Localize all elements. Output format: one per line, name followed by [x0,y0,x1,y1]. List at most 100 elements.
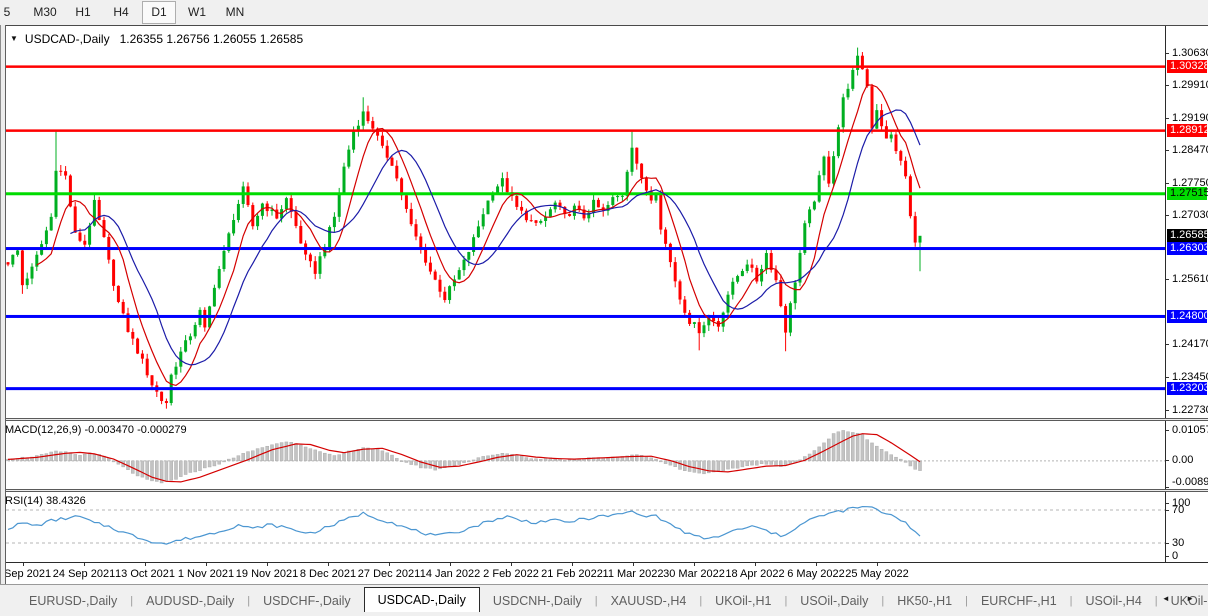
pane-separator-1[interactable] [0,418,1208,421]
time-tick-mark [328,563,329,566]
tab-hk50-h1[interactable]: HK50-,H1 [884,590,965,612]
macd-tick-label: 0.010578 [1172,424,1208,437]
price-tick-mark [1166,377,1169,378]
price-level-badge: 1.30328 [1167,60,1207,73]
tab-scroll-left-icon[interactable]: ◄ [1162,594,1170,603]
rsi-tick-mark [1166,556,1169,557]
tab-usdchf-daily[interactable]: USDCHF-,Daily [250,590,364,612]
timeframe-button-h4[interactable]: H4 [104,1,138,24]
price-tick-mark [1166,215,1169,216]
price-chart-canvas[interactable] [0,26,1166,418]
time-tick-mark [572,563,573,566]
tab-usdcnh-daily[interactable]: USDCNH-,Daily [480,590,595,612]
price-tick-mark [1166,53,1169,54]
price-tick-mark [1166,279,1169,280]
rsi-tick-label: 0 [1172,550,1178,562]
timeframe-button-m30[interactable]: M30 [28,1,62,24]
time-tick-mark [816,563,817,566]
rsi-tick-mark [1166,510,1169,511]
time-tick-mark [633,563,634,566]
time-tick-mark [206,563,207,566]
macd-label: MACD(12,26,9) -0.003470 -0.000279 [5,424,187,436]
tab-eurusd-daily[interactable]: EURUSD-,Daily [16,590,130,612]
time-tick-label: 19 Nov 2021 [236,568,298,580]
rsi-tick-mark [1166,503,1169,504]
price-level-badge: 1.23203 [1167,382,1207,395]
price-tick-label: 1.22730 [1172,404,1208,417]
price-pane[interactable]: ▼ USDCAD-,Daily 1.26355 1.26756 1.26055 1.… [0,26,1208,418]
chart-window: ▼ USDCAD-,Daily 1.26355 1.26756 1.26055 1.… [0,25,1208,584]
price-tick-label: 1.28470 [1172,144,1208,157]
rsi-pane[interactable]: RSI(14) 38.4326 10070300 [0,492,1208,562]
time-tick-label: 25 May 2022 [845,568,909,580]
pane-separator-2[interactable] [0,489,1208,492]
time-tick-label: 2 Feb 2022 [483,568,539,580]
price-level-badge: 1.24800 [1167,310,1207,323]
rsi-label: RSI(14) 38.4326 [5,495,86,507]
time-tick-mark [23,563,24,566]
timeframe-button-h1[interactable]: H1 [66,1,100,24]
timeframe-toolbar: 5M30H1H4D1W1MN [0,0,1208,25]
time-tick-mark [267,563,268,566]
time-tick-mark [694,563,695,566]
chart-window-border [0,25,1208,26]
macd-pane[interactable]: MACD(12,26,9) -0.003470 -0.000279 0.0105… [0,421,1208,489]
macd-tick-label: 0.00 [1172,454,1193,467]
macd-tick-mark [1166,460,1169,461]
price-tick-label: 1.29910 [1172,79,1208,92]
tab-scroll-right-icon[interactable]: ► [1186,594,1194,603]
time-tick-label: 21 Feb 2022 [541,568,603,580]
chart-dropdown-icon[interactable]: ▼ [10,34,18,43]
price-level-badge: 1.27515 [1167,187,1207,200]
chart-ohlc-values: 1.26355 1.26756 1.26055 1.26585 [120,32,304,46]
timeframe-button-d1[interactable]: D1 [142,1,176,24]
time-tick-mark [145,563,146,566]
tab-xauusd-h4[interactable]: XAUUSD-,H4 [598,590,700,612]
price-tick-mark [1166,150,1169,151]
macd-tick-mark [1166,487,1169,488]
price-level-badge: 1.28912 [1167,124,1207,137]
chart-title: ▼ USDCAD-,Daily 1.26355 1.26756 1.26055 1.… [10,32,303,46]
time-tick-mark [450,563,451,566]
tab-usdcad-daily[interactable]: USDCAD-,Daily [364,587,480,612]
time-tick-label: 18 Apr 2022 [725,568,784,580]
price-tick-mark [1166,344,1169,345]
rsi-tick-label: 70 [1172,504,1184,517]
time-tick-label: 13 Oct 2021 [115,568,175,580]
tab-scroll-arrows: ◄ ► [1148,594,1194,603]
window-left-frame [0,25,6,584]
rsi-chart-canvas[interactable] [0,492,1166,562]
price-tick-mark [1166,183,1169,184]
time-tick-mark [84,563,85,566]
price-tick-label: 1.30630 [1172,47,1208,60]
tab-usoil-h4[interactable]: USOil-,H4 [1073,590,1155,612]
time-tick-label: 6 Sep 2021 [0,568,51,580]
tab-eurchf-h1[interactable]: EURCHF-,H1 [968,590,1070,612]
chart-symbol-label: USDCAD-,Daily [25,32,110,46]
macd-tick-mark [1166,430,1169,431]
timeframe-button-5[interactable]: 5 [0,1,24,24]
tab-usoil-daily[interactable]: USOil-,Daily [787,590,881,612]
rsi-axis: 10070300 [1165,492,1208,562]
macd-axis: 0.010578 0.00 -0.00896 [1165,421,1208,489]
time-tick-mark [877,563,878,566]
time-axis[interactable]: 6 Sep 202124 Sep 202113 Oct 20211 Nov 20… [0,562,1208,584]
timeframe-button-mn[interactable]: MN [218,1,252,24]
time-tick-label: 11 Mar 2022 [603,568,664,580]
tab-audusd-daily[interactable]: AUDUSD-,Daily [133,590,247,612]
price-axis[interactable]: 1.306301.299101.291901.284701.277501.270… [1165,26,1208,418]
macd-tick-label: -0.00896 [1172,476,1208,489]
price-tick-mark [1166,118,1169,119]
price-level-badge: 1.26303 [1167,242,1207,255]
time-tick-label: 27 Dec 2021 [358,568,420,580]
rsi-tick-mark [1166,543,1169,544]
time-tick-label: 24 Sep 2021 [53,568,115,580]
time-tick-label: 1 Nov 2021 [178,568,234,580]
time-tick-mark [755,563,756,566]
current-price-badge: 1.26585 [1167,229,1207,242]
time-tick-mark [511,563,512,566]
price-tick-label: 1.29190 [1172,112,1208,125]
tab-ukoil-h1[interactable]: UKOil-,H1 [702,590,784,612]
timeframe-button-w1[interactable]: W1 [180,1,214,24]
time-tick-mark [389,563,390,566]
